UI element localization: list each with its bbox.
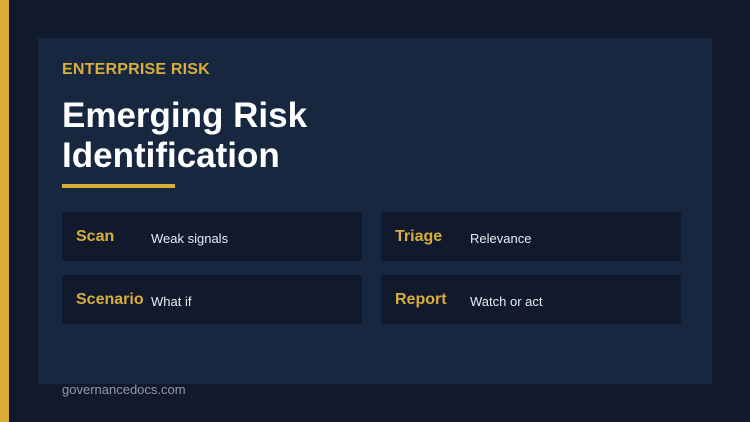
title-line-1: Emerging Risk [62,96,308,135]
left-accent-bar [0,0,9,422]
item-description: Watch or act [470,294,543,309]
item-description: Relevance [470,231,532,246]
item-description: Weak signals [151,231,229,246]
title-underline [62,184,175,188]
slide-title: Emerging Risk Identification [62,96,462,176]
item-triage: Triage Relevance [381,212,681,261]
item-label: Scenario [76,291,144,308]
title-line-2: Identification [62,136,280,175]
item-label: Report [395,291,447,308]
footer-source: governancedocs.com [62,382,186,397]
eyebrow-label: ENTERPRISE RISK [62,61,210,78]
item-description: What if [151,294,192,309]
slide-card: ENTERPRISE RISK Emerging Risk Identifica… [38,38,712,384]
item-scan: Scan Weak signals [62,212,362,261]
item-label: Triage [395,228,443,245]
item-report: Report Watch or act [381,275,681,324]
item-label: Scan [76,228,115,245]
item-scenario: Scenario What if [62,275,362,324]
